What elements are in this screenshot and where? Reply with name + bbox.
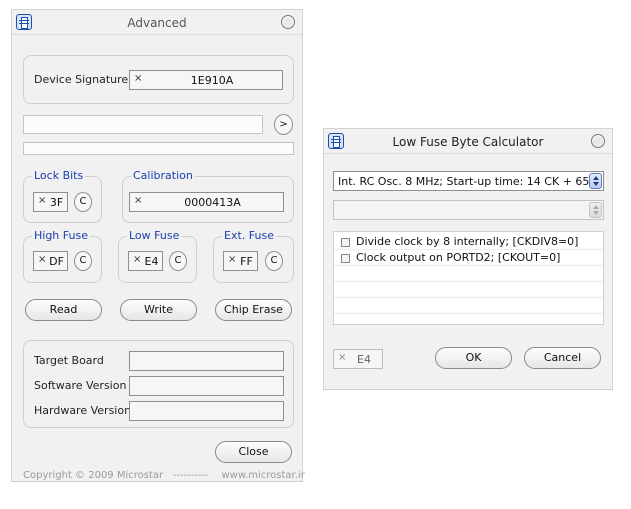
read-button[interactable]: Read: [25, 299, 102, 321]
fuse-options-list: Divide clock by 8 internally; [CKDIV8=0]…: [333, 231, 604, 325]
high-fuse-group: High Fuse × DF C: [23, 229, 102, 283]
list-item: [334, 298, 603, 314]
chip-erase-button[interactable]: Chip Erase: [215, 299, 292, 321]
low-fuse-calculator-window: Low Fuse Byte Calculator Int. RC Osc. 8 …: [323, 128, 613, 390]
ext-fuse-field[interactable]: × FF: [223, 251, 258, 271]
high-fuse-value: DF: [49, 255, 64, 268]
device-signature-label: Device Signature: [34, 73, 129, 86]
software-version-field: [129, 376, 284, 396]
list-item: [334, 282, 603, 298]
field-x-icon: ×: [134, 195, 143, 206]
list-item: [334, 266, 603, 282]
status-bar: [23, 115, 263, 134]
high-fuse-calc-button[interactable]: C: [74, 251, 92, 271]
field-x-icon: ×: [338, 352, 347, 363]
field-x-icon: ×: [38, 254, 47, 265]
clock-source-value: Int. RC Osc. 8 MHz; Start-up time: 14 CK…: [338, 175, 590, 188]
list-item[interactable]: Clock output on PORTD2; [CKOUT=0]: [334, 250, 603, 266]
list-item[interactable]: Divide clock by 8 internally; [CKDIV8=0]: [334, 234, 603, 250]
next-arrow-button[interactable]: >: [274, 114, 293, 135]
checkbox[interactable]: [341, 238, 350, 247]
field-x-icon: ×: [228, 254, 237, 265]
low-fuse-field[interactable]: × E4: [128, 251, 163, 271]
calibration-legend: Calibration: [131, 169, 195, 183]
high-fuse-legend: High Fuse: [32, 229, 90, 243]
field-x-icon: ×: [133, 254, 142, 265]
window-title: Low Fuse Byte Calculator: [392, 135, 544, 149]
low-fuse-legend: Low Fuse: [127, 229, 182, 243]
target-board-label: Target Board: [34, 354, 104, 367]
clock-source-select[interactable]: Int. RC Osc. 8 MHz; Start-up time: 14 CK…: [333, 171, 604, 191]
lock-bits-group: Lock Bits × 3F C: [23, 169, 102, 223]
title-bar: Low Fuse Byte Calculator: [324, 129, 612, 154]
select-spinner-icon[interactable]: [589, 173, 602, 189]
hardware-version-label: Hardware Version: [34, 404, 132, 417]
close-button[interactable]: Close: [215, 441, 292, 463]
device-signature-value: 1E910A: [190, 74, 234, 87]
lock-bits-legend: Lock Bits: [32, 169, 86, 183]
lock-bits-value: 3F: [49, 196, 64, 209]
title-bar: Advanced: [12, 10, 302, 35]
low-fuse-value: E4: [144, 255, 159, 268]
result-value: E4: [357, 353, 371, 366]
checkbox[interactable]: [341, 254, 350, 263]
lock-bits-field[interactable]: × 3F: [33, 192, 68, 212]
ext-fuse-value: FF: [240, 255, 253, 268]
calibration-value: 0000413A: [184, 196, 241, 209]
field-x-icon: ×: [134, 73, 143, 84]
result-field: × E4: [333, 349, 383, 369]
close-window-icon[interactable]: [591, 134, 605, 148]
window-title: Advanced: [127, 16, 187, 30]
close-window-icon[interactable]: [281, 15, 295, 29]
progress-bar: [23, 142, 294, 155]
option-label: Clock output on PORTD2; [CKOUT=0]: [356, 251, 561, 264]
secondary-select: [333, 200, 604, 220]
low-fuse-calc-button[interactable]: C: [169, 251, 187, 271]
cancel-button[interactable]: Cancel: [524, 347, 601, 369]
calibration-field: × 0000413A: [129, 192, 284, 212]
high-fuse-field[interactable]: × DF: [33, 251, 68, 271]
lock-bits-calc-button[interactable]: C: [74, 192, 92, 212]
calibration-group: Calibration × 0000413A: [122, 169, 294, 223]
device-signature-field: × 1E910A: [129, 70, 283, 90]
ok-button[interactable]: OK: [435, 347, 512, 369]
low-fuse-group: Low Fuse × E4 C: [118, 229, 197, 283]
advanced-window: Advanced Device Signature × 1E910A > Loc…: [11, 9, 305, 482]
board-info-group: Target Board Software Version Hardware V…: [23, 340, 294, 428]
field-x-icon: ×: [38, 195, 47, 206]
write-button[interactable]: Write: [120, 299, 197, 321]
software-version-label: Software Version: [34, 379, 127, 392]
target-board-field: [129, 351, 284, 371]
device-signature-group: Device Signature × 1E910A: [23, 55, 294, 104]
select-spinner-icon: [589, 202, 602, 218]
hardware-version-field: [129, 401, 284, 421]
option-label: Divide clock by 8 internally; [CKDIV8=0]: [356, 235, 579, 248]
copyright-footer: Copyright © 2009 Microstar ---------- ww…: [23, 470, 305, 481]
ext-fuse-group: Ext. Fuse × FF C: [213, 229, 294, 283]
ext-fuse-legend: Ext. Fuse: [222, 229, 276, 243]
ext-fuse-calc-button[interactable]: C: [265, 251, 283, 271]
